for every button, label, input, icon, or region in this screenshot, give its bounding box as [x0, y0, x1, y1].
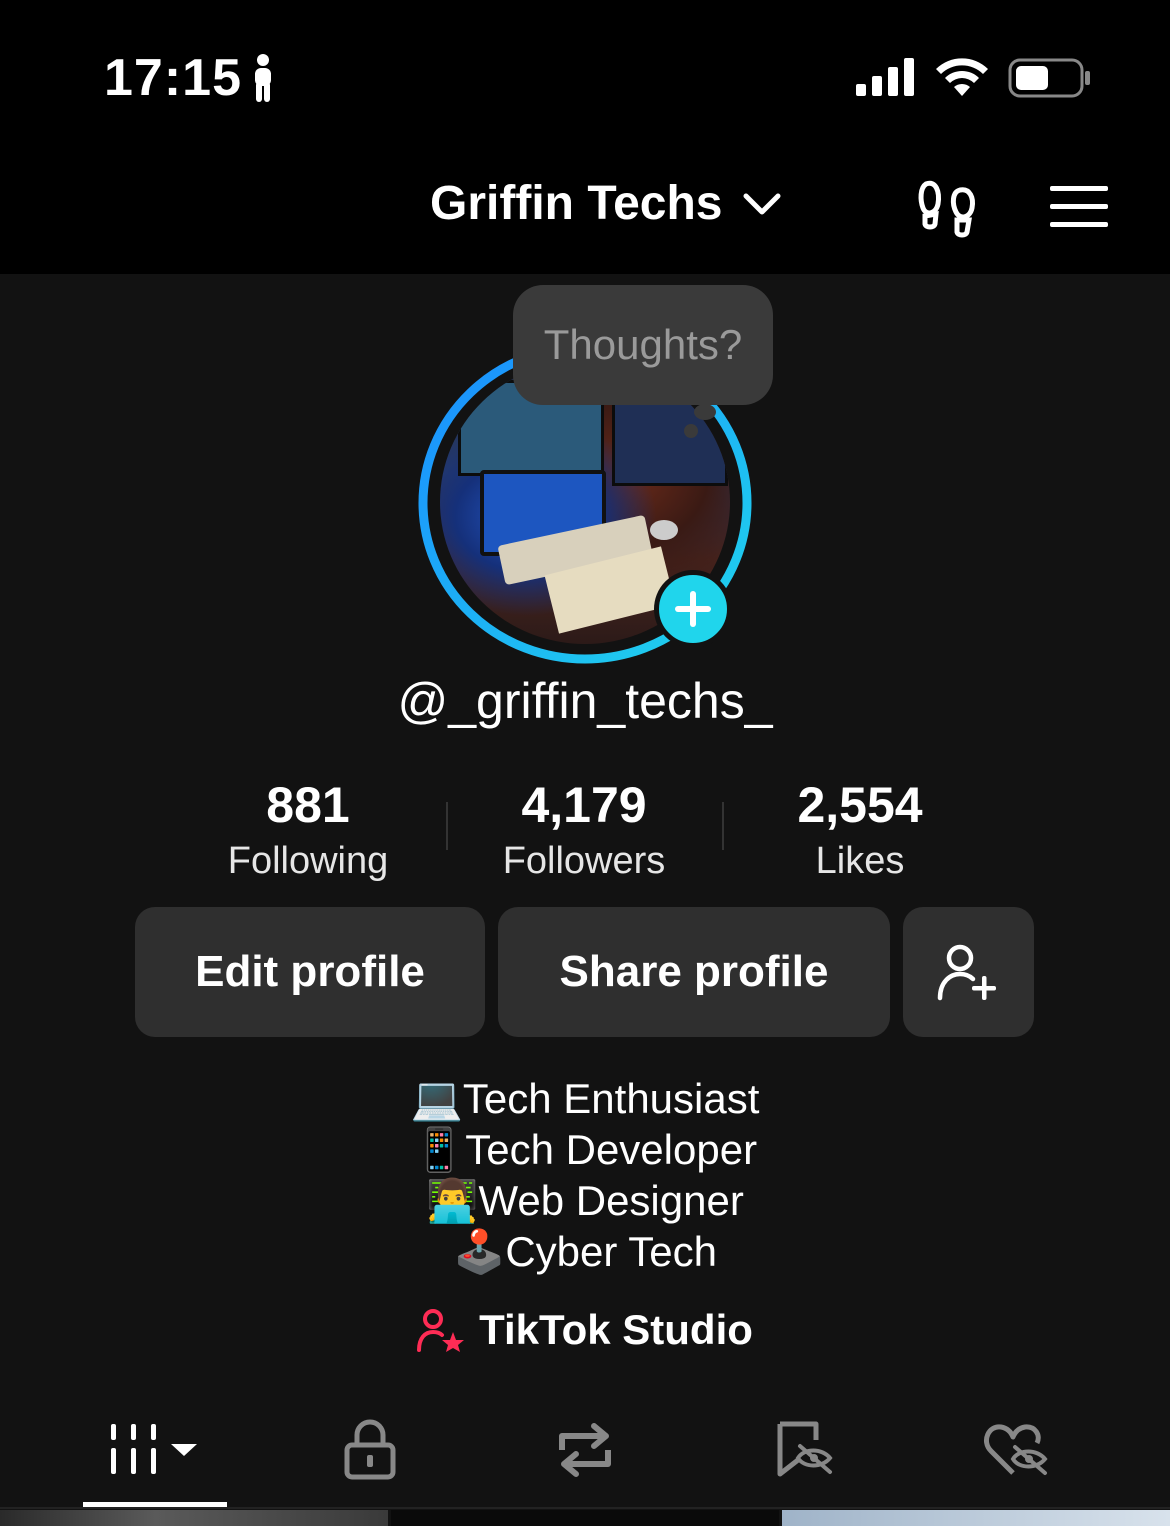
- add-friends-button[interactable]: [903, 907, 1034, 1037]
- profile-views-footprint-icon[interactable]: [916, 176, 980, 240]
- stat-likes[interactable]: 2,554 Likes: [730, 776, 990, 883]
- note-bubble[interactable]: Thoughts?: [513, 285, 773, 405]
- note-bubble-tail: [694, 404, 716, 420]
- wifi-icon: [936, 58, 988, 96]
- stat-followers[interactable]: 4,179 Followers: [454, 776, 714, 883]
- tab-liked[interactable]: [966, 1410, 1066, 1490]
- studio-label: TikTok Studio: [479, 1306, 753, 1353]
- bio-text: Tech Enthusiast: [462, 1075, 760, 1122]
- plus-icon: [675, 591, 711, 627]
- tiktok-studio-link[interactable]: TikTok Studio: [0, 1300, 1170, 1360]
- laptop-emoji-icon: 💻: [410, 1075, 463, 1122]
- add-story-button[interactable]: [654, 570, 732, 648]
- bio-line: 🕹️Cyber Tech: [0, 1226, 1170, 1277]
- battery-icon: [1008, 58, 1090, 98]
- stat-divider: [722, 802, 724, 850]
- videos-grid-icon: [111, 1424, 197, 1474]
- bio-line: 💻Tech Enthusiast: [0, 1073, 1170, 1124]
- tab-reposts[interactable]: [535, 1410, 635, 1490]
- mobile-phone-emoji-icon: 📱: [412, 1126, 466, 1173]
- bio-line: 👨‍💻Web Designer: [0, 1175, 1170, 1226]
- lock-icon: [344, 1419, 396, 1480]
- bio-text: Cyber Tech: [505, 1228, 717, 1275]
- stat-value: 2,554: [797, 777, 923, 833]
- tab-videos[interactable]: [83, 1410, 227, 1490]
- repost-icon: [559, 1423, 611, 1477]
- tab-favorites[interactable]: [755, 1410, 855, 1490]
- video-thumbnail[interactable]: [782, 1510, 1170, 1526]
- status-time: 17:15: [104, 49, 242, 107]
- liked-hidden-icon: [984, 1424, 1048, 1475]
- photo-mouse: [650, 520, 678, 540]
- bio-text: Web Designer: [478, 1177, 744, 1224]
- stat-label: Likes: [815, 840, 905, 882]
- tab-divider: [0, 1507, 1170, 1509]
- walking-person-icon: [255, 54, 271, 102]
- joystick-emoji-icon: 🕹️: [453, 1228, 506, 1275]
- account-switcher[interactable]: Griffin Techs: [430, 176, 722, 231]
- stat-label: Following: [227, 840, 389, 882]
- video-thumbnail[interactable]: [391, 1510, 779, 1526]
- add-user-icon: [937, 944, 996, 1001]
- share-profile-button[interactable]: Share profile: [498, 907, 890, 1037]
- technologist-emoji-icon: 👨‍💻: [426, 1177, 479, 1224]
- saved-hidden-icon: [777, 1421, 833, 1477]
- stat-following[interactable]: 881 Following: [178, 776, 438, 883]
- tab-private[interactable]: [320, 1410, 420, 1490]
- stat-value: 4,179: [521, 777, 647, 833]
- video-thumbnail[interactable]: [0, 1510, 388, 1526]
- stat-value: 881: [266, 777, 350, 833]
- note-bubble-tail: [684, 424, 698, 438]
- stat-label: Followers: [502, 840, 666, 882]
- chevron-down-icon[interactable]: [742, 190, 782, 218]
- menu-icon[interactable]: [1050, 184, 1110, 230]
- bio-text: Tech Developer: [465, 1126, 758, 1173]
- edit-profile-button[interactable]: Edit profile: [135, 907, 485, 1037]
- bio-line: 📱Tech Developer: [0, 1124, 1170, 1175]
- stat-divider: [446, 802, 448, 850]
- creator-star-icon: [417, 1309, 465, 1352]
- username: @_griffin_techs_: [397, 673, 773, 729]
- cellular-signal-icon: [856, 58, 914, 96]
